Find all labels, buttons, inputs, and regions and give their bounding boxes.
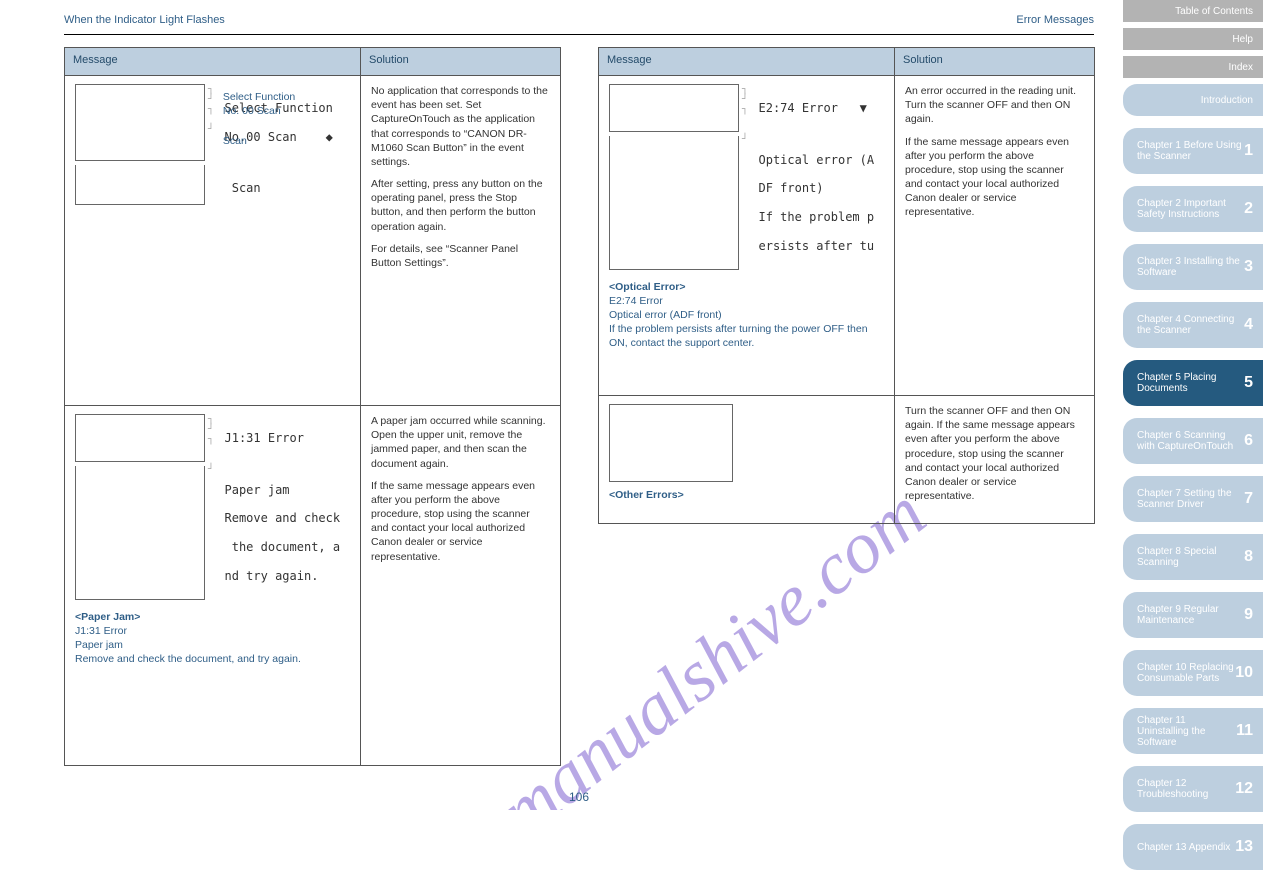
category-label: <Other Errors> xyxy=(609,488,884,502)
lcd-line: the document, a xyxy=(225,540,341,554)
category-label: <Paper Jam> xyxy=(75,610,350,624)
header-left: When the Indicator Light Flashes xyxy=(64,14,225,26)
msg-line: If the problem persists after turning th… xyxy=(609,322,884,350)
solution-text: If the same message appears even after y… xyxy=(905,135,1084,220)
chapter-tabs: Table of Contents Help Index Introductio… xyxy=(1123,0,1263,882)
tab-ch5-active[interactable]: Chapter 5 Placing Documents5 xyxy=(1123,360,1263,406)
msg-line: E2:74 Error xyxy=(609,294,884,308)
msg-line: Paper jam xyxy=(75,638,350,652)
tab-intro[interactable]: Introduction xyxy=(1123,84,1263,116)
msg-line: Scan xyxy=(223,134,295,148)
tab-ch13[interactable]: Chapter 13 Appendix13 xyxy=(1123,824,1263,870)
tab-ch11[interactable]: Chapter 11 Uninstalling the Software11 xyxy=(1123,708,1263,754)
solution-text: After setting, press any button on the o… xyxy=(371,177,550,234)
lcd-line: E2:74 Error ▼ xyxy=(759,101,867,115)
table-row: J1:31 Error Paper jam Remove and check t… xyxy=(65,406,561,766)
error-table-left: Message Solution Select Function xyxy=(64,47,561,766)
msg-line: J1:31 Error xyxy=(75,624,350,638)
solution-text: If the same message appears even after y… xyxy=(371,479,550,564)
msg-line: No. 00 Scan xyxy=(223,104,295,118)
table-row: E2:74 Error ▼ Optical error (A DF front)… xyxy=(599,76,1095,396)
tab-index[interactable]: Index xyxy=(1123,56,1263,78)
solution-text: A paper jam occurred while scanning. Ope… xyxy=(371,414,550,471)
tab-ch6[interactable]: Chapter 6 Scanning with CaptureOnTouch6 xyxy=(1123,418,1263,464)
header-right: Error Messages xyxy=(1016,14,1094,26)
solution-text: An error occurred in the reading unit. T… xyxy=(905,84,1084,127)
th-solution: Solution xyxy=(361,48,561,76)
page-number: 106 xyxy=(64,790,1094,804)
th-message: Message xyxy=(65,48,361,76)
solution-text: No application that corresponds to the e… xyxy=(371,84,550,169)
page-header: When the Indicator Light Flashes Error M… xyxy=(64,0,1094,35)
th-message: Message xyxy=(599,48,895,76)
lcd-line: If the problem p xyxy=(759,210,875,224)
lcd-line: Scan xyxy=(225,181,261,195)
tab-ch8[interactable]: Chapter 8 Special Scanning8 xyxy=(1123,534,1263,580)
tab-help[interactable]: Help xyxy=(1123,28,1263,50)
lcd-line: Optical error (A xyxy=(759,153,875,167)
tab-ch7[interactable]: Chapter 7 Setting the Scanner Driver7 xyxy=(1123,476,1263,522)
th-solution: Solution xyxy=(895,48,1095,76)
category-label: <Optical Error> xyxy=(609,280,884,294)
lcd-line: Remove and check xyxy=(225,511,341,525)
tab-ch1[interactable]: Chapter 1 Before Using the Scanner1 xyxy=(1123,128,1263,174)
tab-toc[interactable]: Table of Contents xyxy=(1123,0,1263,22)
msg-line: Optical error (ADF front) xyxy=(609,308,884,322)
solution-text: Turn the scanner OFF and then ON again. … xyxy=(905,404,1084,503)
tab-ch12[interactable]: Chapter 12 Troubleshooting12 xyxy=(1123,766,1263,812)
lcd-placeholder xyxy=(609,404,733,482)
lcd-line: nd try again. xyxy=(225,569,319,583)
lcd-line: Paper jam xyxy=(225,483,290,497)
lcd-line: J1:31 Error xyxy=(225,431,304,445)
table-row: <Other Errors> Turn the scanner OFF and … xyxy=(599,396,1095,524)
lcd-line: DF front) xyxy=(759,181,824,195)
tab-ch3[interactable]: Chapter 3 Installing the Software3 xyxy=(1123,244,1263,290)
lcd-line: ersists after tu xyxy=(759,239,875,253)
error-table-right: Message Solution E2:74 Error ▼ xyxy=(598,47,1095,524)
tab-ch4[interactable]: Chapter 4 Connecting the Scanner4 xyxy=(1123,302,1263,348)
msg-line: Remove and check the document, and try a… xyxy=(75,652,350,666)
msg-line: Select Function xyxy=(223,90,295,104)
table-row: Select Function No.00 Scan ◆ Scan ┐┘┐┘ xyxy=(65,76,561,406)
tab-ch10[interactable]: Chapter 10 Replacing Consumable Parts10 xyxy=(1123,650,1263,696)
tab-ch9[interactable]: Chapter 9 Regular Maintenance9 xyxy=(1123,592,1263,638)
tab-ch2[interactable]: Chapter 2 Important Safety Instructions2 xyxy=(1123,186,1263,232)
solution-ref: For details, see “Scanner Panel Button S… xyxy=(371,242,550,270)
